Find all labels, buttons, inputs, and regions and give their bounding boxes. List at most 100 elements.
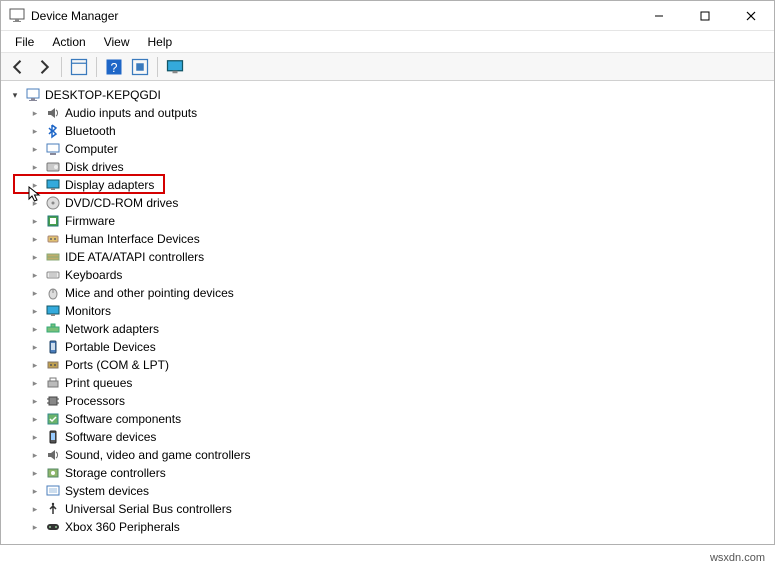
category-label: Processors	[65, 394, 125, 408]
expander-icon[interactable]	[29, 287, 41, 299]
category-icon	[45, 393, 61, 409]
category-node[interactable]: Storage controllers	[27, 464, 774, 482]
category-node[interactable]: Ports (COM & LPT)	[27, 356, 774, 374]
category-label: Portable Devices	[65, 340, 156, 354]
category-label: Xbox 360 Peripherals	[65, 520, 180, 534]
category-label: Mice and other pointing devices	[65, 286, 234, 300]
category-node[interactable]: Firmware	[27, 212, 774, 230]
menu-view[interactable]: View	[96, 33, 138, 51]
category-label: Software devices	[65, 430, 156, 444]
highlight-box	[13, 174, 165, 194]
category-node[interactable]: Universal Serial Bus controllers	[27, 500, 774, 518]
category-node[interactable]: Keyboards	[27, 266, 774, 284]
category-node[interactable]: Computer	[27, 140, 774, 158]
category-icon	[45, 105, 61, 121]
category-label: Disk drives	[65, 160, 124, 174]
toolbar-separator	[61, 57, 62, 77]
window-title: Device Manager	[31, 9, 636, 23]
expander-icon[interactable]	[29, 377, 41, 389]
monitor-button[interactable]	[164, 56, 186, 78]
category-label: Universal Serial Bus controllers	[65, 502, 232, 516]
menu-file[interactable]: File	[7, 33, 42, 51]
show-hidden-button[interactable]	[68, 56, 90, 78]
category-icon	[45, 321, 61, 337]
expander-icon[interactable]	[29, 467, 41, 479]
expander-icon[interactable]	[29, 269, 41, 281]
category-icon	[45, 159, 61, 175]
root-label: DESKTOP-KEPQGDI	[45, 88, 161, 102]
menu-action[interactable]: Action	[44, 33, 93, 51]
category-node[interactable]: Mice and other pointing devices	[27, 284, 774, 302]
expander-icon[interactable]	[29, 107, 41, 119]
expander-icon[interactable]	[29, 341, 41, 353]
forward-button[interactable]	[33, 56, 55, 78]
category-node[interactable]: Bluetooth	[27, 122, 774, 140]
menubar: File Action View Help	[1, 31, 774, 53]
category-node[interactable]: Audio inputs and outputs	[27, 104, 774, 122]
watermark: wsxdn.com	[710, 552, 765, 564]
menu-help[interactable]: Help	[140, 33, 181, 51]
category-icon	[45, 447, 61, 463]
category-node[interactable]: Processors	[27, 392, 774, 410]
category-node[interactable]: Sound, video and game controllers	[27, 446, 774, 464]
category-node[interactable]: Human Interface Devices	[27, 230, 774, 248]
category-icon	[45, 357, 61, 373]
category-icon	[45, 501, 61, 517]
app-icon	[9, 8, 25, 24]
category-icon	[45, 465, 61, 481]
maximize-button[interactable]	[682, 1, 728, 30]
category-node[interactable]: DVD/CD-ROM drives	[27, 194, 774, 212]
expander-icon[interactable]	[29, 449, 41, 461]
expander-icon[interactable]	[29, 503, 41, 515]
category-node[interactable]: Portable Devices	[27, 338, 774, 356]
category-node[interactable]: Xbox 360 Peripherals	[27, 518, 774, 536]
expander-icon[interactable]	[29, 215, 41, 227]
category-label: Keyboards	[65, 268, 122, 282]
category-node[interactable]: Software devices	[27, 428, 774, 446]
category-node[interactable]: System devices	[27, 482, 774, 500]
root-node[interactable]: DESKTOP-KEPQGDI	[7, 86, 774, 104]
expander-icon[interactable]	[9, 89, 21, 101]
close-button[interactable]	[728, 1, 774, 30]
category-node[interactable]: Print queues	[27, 374, 774, 392]
category-icon	[45, 411, 61, 427]
category-node[interactable]: Software components	[27, 410, 774, 428]
minimize-button[interactable]	[636, 1, 682, 30]
category-icon	[45, 231, 61, 247]
category-node[interactable]: Network adapters	[27, 320, 774, 338]
device-tree[interactable]: DESKTOP-KEPQGDI Audio inputs and outputs…	[1, 81, 774, 544]
category-icon	[45, 195, 61, 211]
expander-icon[interactable]	[29, 125, 41, 137]
category-icon	[45, 267, 61, 283]
expander-icon[interactable]	[29, 233, 41, 245]
expander-icon[interactable]	[29, 485, 41, 497]
expander-icon[interactable]	[29, 413, 41, 425]
expander-icon[interactable]	[29, 197, 41, 209]
category-label: Ports (COM & LPT)	[65, 358, 169, 372]
category-icon	[45, 123, 61, 139]
category-icon	[45, 213, 61, 229]
back-button[interactable]	[7, 56, 29, 78]
category-icon	[45, 375, 61, 391]
expander-icon[interactable]	[29, 431, 41, 443]
toolbar-separator	[157, 57, 158, 77]
expander-icon[interactable]	[29, 251, 41, 263]
category-node[interactable]: IDE ATA/ATAPI controllers	[27, 248, 774, 266]
computer-icon	[25, 87, 41, 103]
expander-icon[interactable]	[29, 161, 41, 173]
help-button[interactable]: ?	[103, 56, 125, 78]
category-label: Human Interface Devices	[65, 232, 200, 246]
category-label: Network adapters	[65, 322, 159, 336]
expander-icon[interactable]	[29, 395, 41, 407]
expander-icon[interactable]	[29, 305, 41, 317]
expander-icon[interactable]	[29, 323, 41, 335]
scan-button[interactable]	[129, 56, 151, 78]
category-node[interactable]: Monitors	[27, 302, 774, 320]
category-icon	[45, 303, 61, 319]
category-label: Bluetooth	[65, 124, 116, 138]
category-label: Computer	[65, 142, 118, 156]
expander-icon[interactable]	[29, 143, 41, 155]
expander-icon[interactable]	[29, 359, 41, 371]
expander-icon[interactable]	[29, 521, 41, 533]
category-label: DVD/CD-ROM drives	[65, 196, 178, 210]
